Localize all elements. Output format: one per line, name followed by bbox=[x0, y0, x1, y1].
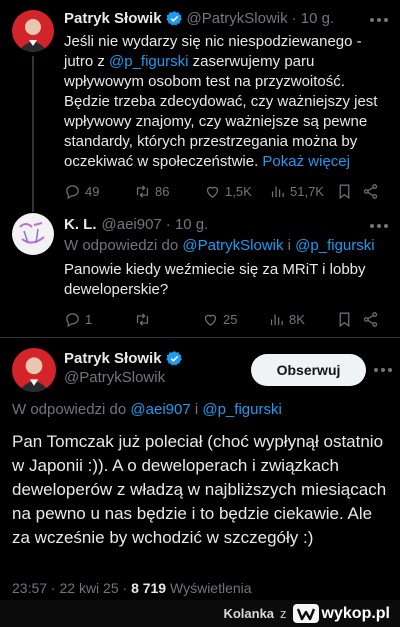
views-count: 51,7K bbox=[290, 183, 324, 199]
reply-count: 1 bbox=[85, 311, 93, 327]
tweet-text: Pan Tomczak już poleciał (choć wypłynął … bbox=[12, 432, 387, 547]
author-name[interactable]: Patryk Słowik bbox=[64, 10, 162, 27]
reply-mention[interactable]: @PatrykSlowik bbox=[182, 237, 283, 254]
wykop-logo-icon bbox=[292, 604, 319, 623]
avatar-patryk[interactable] bbox=[12, 348, 56, 392]
bookmark-button[interactable] bbox=[336, 183, 353, 200]
bookmark-icon bbox=[339, 312, 350, 327]
more-options-icon[interactable] bbox=[370, 18, 388, 22]
views-icon bbox=[270, 314, 283, 325]
reply-and: i bbox=[190, 401, 203, 418]
wykop-glyph-icon bbox=[296, 608, 315, 620]
reply-button[interactable]: 49 bbox=[64, 183, 99, 200]
wykop-footer: Kolanka z wykop.pl bbox=[0, 600, 400, 627]
thread-line bbox=[32, 56, 34, 206]
reply-context: W odpowiedzi do @aei907 i @p_figurski bbox=[12, 400, 388, 420]
tweet-meta: 23:57 · 22 kwi 25 · 8 719 Wyświetlenia bbox=[12, 578, 388, 598]
more-options-icon[interactable] bbox=[370, 224, 388, 228]
like-count: 25 bbox=[223, 311, 238, 327]
reply-prefix: W odpowiedzi do bbox=[64, 237, 183, 254]
verified-icon bbox=[165, 351, 182, 366]
like-icon bbox=[206, 186, 219, 198]
author-name[interactable]: K. L. bbox=[64, 216, 97, 233]
reply-mention[interactable]: @aei907 bbox=[130, 401, 190, 418]
author-handle[interactable]: @aei907 bbox=[102, 216, 162, 233]
avatar-kl[interactable] bbox=[12, 213, 54, 255]
retweet-button[interactable] bbox=[134, 311, 155, 328]
like-count: 1,5K bbox=[225, 183, 252, 199]
avatar-patryk[interactable] bbox=[12, 10, 54, 52]
thread-line bbox=[32, 204, 34, 212]
retweet-icon bbox=[136, 312, 149, 326]
avatar-image bbox=[12, 213, 54, 255]
reply-mention[interactable]: @p_figurski bbox=[295, 237, 374, 254]
views-count: 8 719 bbox=[131, 580, 167, 596]
tweet-timestamp[interactable]: 23:57 · 22 kwi 25 · bbox=[12, 580, 131, 596]
retweet-count: 86 bbox=[155, 183, 170, 199]
retweet-icon bbox=[136, 184, 149, 198]
reply-context: W odpowiedzi do @PatrykSlowik i @p_figur… bbox=[64, 236, 380, 256]
share-button[interactable] bbox=[362, 311, 379, 328]
tweet-2[interactable]: K. L. @aei907 · 10 g. W odpowiedzi do @P… bbox=[0, 204, 400, 335]
footer-z: z bbox=[280, 606, 287, 621]
share-icon bbox=[363, 183, 378, 199]
views-label: Wyświetlenia bbox=[166, 580, 252, 596]
footer-user[interactable]: Kolanka bbox=[223, 606, 274, 621]
share-icon bbox=[363, 311, 378, 327]
reply-and: i bbox=[283, 237, 296, 254]
reply-button[interactable]: 1 bbox=[64, 311, 92, 328]
views-button[interactable]: 8K bbox=[268, 311, 305, 328]
tweet-actions: 49 86 1,5K 51,7K bbox=[64, 181, 384, 201]
bookmark-icon bbox=[339, 184, 350, 199]
views-button[interactable]: 51,7K bbox=[269, 183, 324, 200]
like-icon bbox=[204, 314, 217, 326]
tweet-text: Panowie kiedy weźmiecie się za MRiT i lo… bbox=[64, 261, 366, 298]
like-button[interactable]: 1,5K bbox=[204, 183, 252, 200]
share-button[interactable] bbox=[362, 183, 379, 200]
retweet-button[interactable]: 86 bbox=[134, 183, 169, 200]
tweet-time[interactable]: · 10 g. bbox=[166, 216, 209, 233]
reply-prefix: W odpowiedzi do bbox=[12, 401, 131, 418]
mention-link[interactable]: @p_figurski bbox=[109, 53, 188, 70]
verified-icon bbox=[165, 11, 182, 26]
reply-mention[interactable]: @p_figurski bbox=[202, 401, 281, 418]
wykop-site: wykop.pl bbox=[321, 604, 390, 622]
reply-icon bbox=[66, 312, 79, 327]
author-handle[interactable]: @PatrykSlowik bbox=[64, 369, 165, 386]
reply-icon bbox=[66, 184, 79, 199]
avatar-image bbox=[12, 10, 54, 52]
like-button[interactable]: 25 bbox=[202, 311, 237, 328]
more-options-icon[interactable] bbox=[374, 368, 392, 372]
tweet-1[interactable]: Patryk Słowik @PatrykSlowik · 10 g. Jeśl… bbox=[0, 0, 400, 206]
author-handle[interactable]: @PatrykSlowik bbox=[187, 10, 288, 27]
bookmark-button[interactable] bbox=[336, 311, 353, 328]
wykop-logo[interactable]: wykop.pl bbox=[292, 604, 390, 623]
tweet-time[interactable]: · 10 g. bbox=[292, 10, 335, 27]
tweet-text: Jeśli nie wydarzy się nic niespodziewane… bbox=[64, 32, 380, 172]
views-count: 8K bbox=[289, 311, 305, 327]
author-name[interactable]: Patryk Słowik bbox=[64, 350, 162, 367]
show-more-link[interactable]: Pokaż więcej bbox=[262, 153, 350, 170]
views-icon bbox=[271, 186, 284, 197]
follow-button[interactable]: Obserwuj bbox=[251, 354, 366, 386]
tweet-3[interactable]: Patryk Słowik @PatrykSlowik Obserwuj W o… bbox=[0, 338, 400, 600]
tweet-actions: 1 25 8K bbox=[64, 309, 384, 329]
avatar-image bbox=[12, 348, 56, 392]
reply-count: 49 bbox=[85, 183, 100, 199]
